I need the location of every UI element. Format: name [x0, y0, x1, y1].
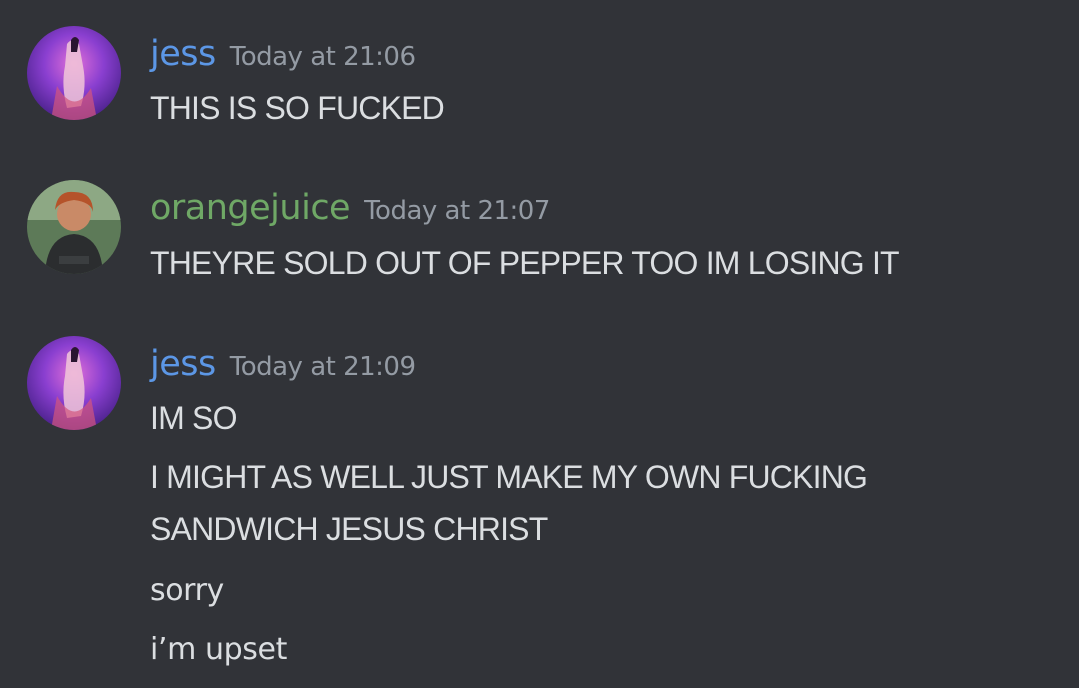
jess-avatar-image — [27, 336, 121, 430]
message-text: THEYRE SOLD OUT OF PEPPER TOO IM LOSING … — [150, 245, 900, 281]
message-text: i’m upset — [150, 632, 287, 667]
orangejuice-avatar-image — [27, 180, 121, 274]
avatar[interactable] — [27, 180, 121, 274]
message-header: jess Today at 21:06 — [150, 34, 416, 74]
username[interactable]: jess — [150, 34, 216, 74]
message-text: SANDWICH JESUS CHRIST — [150, 511, 548, 547]
timestamp: Today at 21:06 — [229, 42, 416, 72]
message-text: I MIGHT AS WELL JUST MAKE MY OWN FUCKING — [150, 459, 868, 495]
message-header: jess Today at 21:09 — [150, 344, 416, 384]
username[interactable]: orangejuice — [150, 188, 351, 228]
message-text: sorry — [150, 573, 224, 608]
username[interactable]: jess — [150, 344, 216, 384]
message-text: IM SO — [150, 400, 237, 436]
avatar[interactable] — [27, 26, 121, 120]
avatar[interactable] — [27, 336, 121, 430]
jess-avatar-image — [27, 26, 121, 120]
timestamp: Today at 21:09 — [229, 352, 416, 382]
timestamp: Today at 21:07 — [364, 196, 550, 226]
message-text: THIS IS SO FUCKED — [150, 90, 445, 126]
message-header: orangejuice Today at 21:07 — [150, 188, 550, 228]
